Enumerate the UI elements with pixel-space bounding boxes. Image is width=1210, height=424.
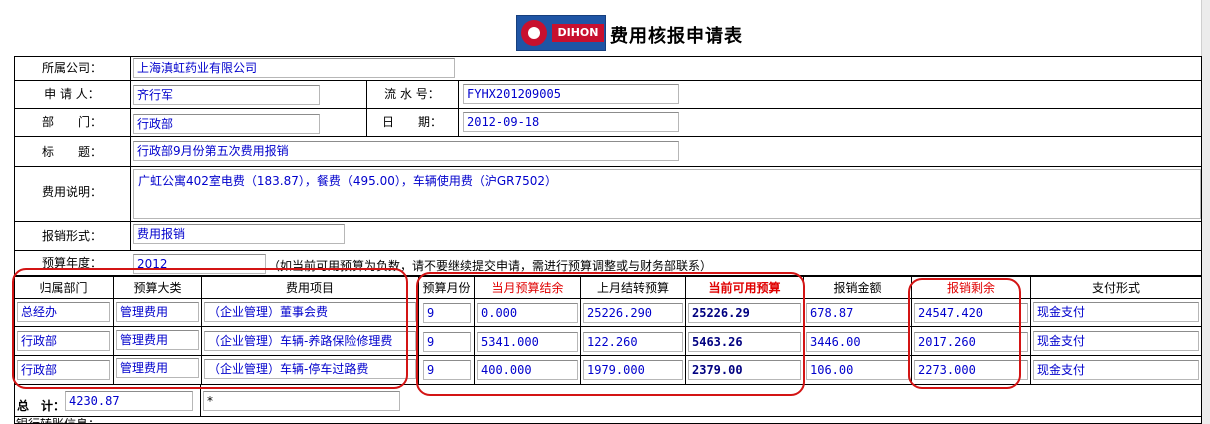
row-divider [14,136,1202,137]
row-divider [14,250,1202,251]
row-divider [14,108,1202,109]
serial-label: 流 水 号： [384,87,440,101]
page-title: 费用核报申请表 [610,26,743,47]
vertical-scrollbar[interactable] [1201,0,1210,424]
date-label: 日 期： [381,115,442,129]
total-field[interactable]: 4230.87 [65,391,193,411]
row-divider [14,221,1202,222]
company-field[interactable]: 上海滇虹药业有限公司 [133,58,455,78]
logo-emblem-icon [521,20,547,46]
row2-payment-method[interactable]: 现金支付 [1033,331,1199,351]
total-extra-field[interactable]: * [203,391,400,411]
dept-field[interactable]: 行政部 [133,114,320,134]
th-payment-method: 支付形式 [1091,281,1140,295]
row-divider [14,416,1202,417]
company-label: 所属公司： [41,61,102,75]
applicant-field[interactable]: 齐行军 [133,85,320,105]
row-divider [14,80,1202,81]
logo-text: DIHON [552,24,604,42]
bank-info-label: 银行转账信息： [16,418,216,424]
desc-label: 费用说明： [41,185,102,199]
th-claim-amount: 报销金额 [833,281,882,295]
subject-field[interactable]: 行政部9月份第五次费用报销 [133,141,679,161]
type-label: 报销形式： [41,229,102,243]
subject-label: 标 题： [41,145,102,159]
row3-payment-method[interactable]: 现金支付 [1033,360,1199,380]
row-divider [14,166,1202,167]
row1-claim-amount[interactable]: 678.87 [806,303,909,323]
date-field[interactable]: 2012-09-18 [463,112,679,132]
row3-claim-amount[interactable]: 106.00 [806,360,909,380]
serial-field[interactable]: FYHX201209005 [463,84,679,104]
dept-label: 部 门： [41,115,102,129]
annotation-box-middle [416,272,805,396]
annotation-box-right [908,278,1021,389]
description-textarea[interactable]: 广虹公寓402室电费（183.87），餐费（495.00），车辆使用费（沪GR7… [133,169,1201,219]
annotation-box-left [12,268,408,389]
type-field[interactable]: 费用报销 [133,224,345,244]
column-divider [458,80,459,136]
row1-payment-method[interactable]: 现金支付 [1033,302,1199,322]
total-label: 总 计： [17,399,66,413]
label-column-divider [130,56,131,251]
row2-claim-amount[interactable]: 3446.00 [806,332,909,352]
dihon-logo: DIHON [516,15,606,51]
applicant-label: 申 请 人： [44,87,100,101]
